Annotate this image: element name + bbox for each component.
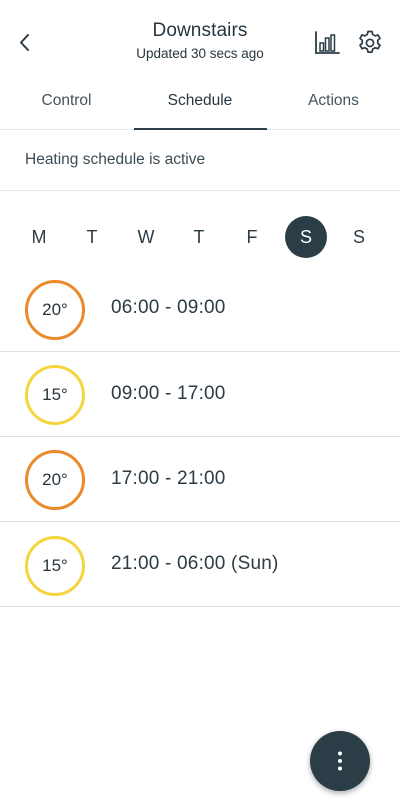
time-range: 09:00 - 17:00 [111, 383, 226, 404]
time-range: 21:00 - 06:00 (Sun) [111, 553, 279, 574]
schedule-slot[interactable]: 15° 21:00 - 06:00 (Sun) [0, 522, 400, 607]
schedule-slot[interactable]: 20° 17:00 - 21:00 [0, 437, 400, 522]
time-range: 17:00 - 21:00 [111, 468, 226, 489]
day-sunday[interactable]: S [338, 216, 380, 258]
tab-control[interactable]: Control [0, 80, 133, 130]
day-tuesday[interactable]: T [71, 216, 113, 258]
temperature-ring: 15° [25, 365, 85, 425]
schedule-status-bar: Heating schedule is active [0, 130, 400, 191]
day-wednesday[interactable]: W [125, 216, 167, 258]
tab-bar: Control Schedule Actions [0, 80, 400, 130]
schedule-status-text: Heating schedule is active [25, 151, 206, 168]
tab-actions[interactable]: Actions [267, 80, 400, 130]
temperature-ring: 20° [25, 280, 85, 340]
more-vertical-icon [338, 751, 342, 771]
tab-schedule[interactable]: Schedule [133, 80, 267, 130]
app-screen: Downstairs Updated 30 secs ago Control S… [0, 0, 400, 800]
schedule-slot[interactable]: 20° 06:00 - 09:00 [0, 267, 400, 352]
bar-chart-icon [315, 31, 340, 54]
day-friday[interactable]: F [231, 216, 273, 258]
temperature-ring: 15° [25, 536, 85, 596]
day-monday[interactable]: M [18, 216, 60, 258]
gear-icon [359, 30, 381, 53]
statistics-button[interactable] [312, 28, 342, 58]
settings-button[interactable] [355, 28, 385, 58]
day-selector: M T W T F S S [0, 216, 400, 258]
schedule-slot[interactable]: 15° 09:00 - 17:00 [0, 352, 400, 437]
more-options-button[interactable] [310, 731, 370, 791]
header: Downstairs Updated 30 secs ago [0, 0, 400, 80]
day-saturday[interactable]: S [285, 216, 327, 258]
temperature-ring: 20° [25, 450, 85, 510]
time-range: 06:00 - 09:00 [111, 297, 226, 318]
day-thursday[interactable]: T [178, 216, 220, 258]
